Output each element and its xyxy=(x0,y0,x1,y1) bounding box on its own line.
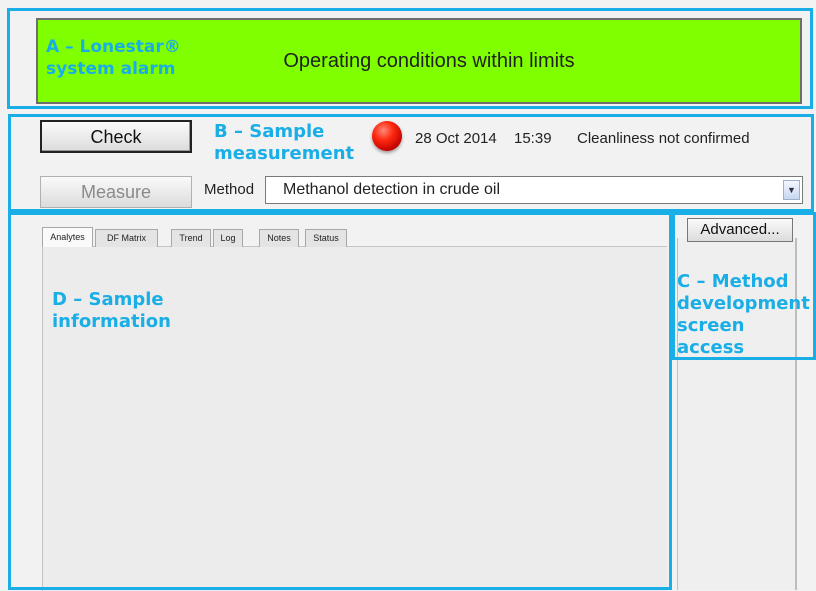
annotation-box-c xyxy=(672,212,816,360)
annotation-box-b xyxy=(8,114,814,212)
annotation-box-a xyxy=(7,8,813,109)
annotation-box-d xyxy=(8,212,672,590)
